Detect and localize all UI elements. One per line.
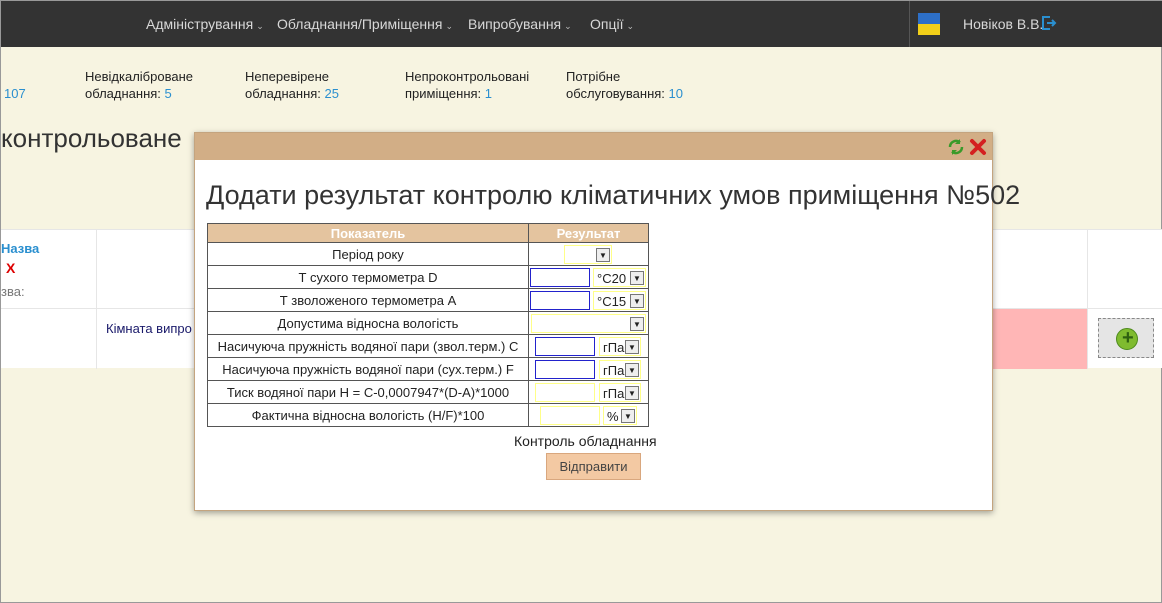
dialog-header bbox=[195, 133, 992, 160]
climate-form: Показатель Результат Період року ▼ Т сух… bbox=[207, 223, 649, 427]
chevron-down-icon: ▼ bbox=[630, 271, 644, 285]
stat-total[interactable]: 107 bbox=[4, 85, 26, 102]
form-row: Допустима відносна вологість ▼ bbox=[207, 311, 649, 335]
logout-icon[interactable] bbox=[1041, 15, 1057, 31]
chevron-down-icon: ▼ bbox=[625, 386, 639, 400]
stat-uncontrolled-rooms[interactable]: Непроконтрольовані приміщення: 1 bbox=[405, 68, 529, 102]
equipment-control-label: Контроль обладнання bbox=[514, 433, 657, 449]
add-result-button[interactable]: + bbox=[1098, 318, 1154, 358]
row-label: Насичуюча пружність водяної пари (звол.т… bbox=[207, 334, 529, 358]
stat-label: Невідкаліброване bbox=[85, 69, 193, 84]
chevron-down-icon: ▼ bbox=[630, 294, 644, 308]
chevron-down-icon: ▼ bbox=[596, 248, 610, 262]
chevron-down-icon: ▼ bbox=[625, 340, 639, 354]
chevron-down-icon: ⌄ bbox=[564, 21, 572, 31]
stat-maintenance[interactable]: Потрібне обслуговування: 10 bbox=[566, 68, 683, 102]
chevron-down-icon: ⌄ bbox=[256, 21, 264, 31]
nav-divider bbox=[909, 1, 910, 47]
stat-uncalibrated[interactable]: Невідкаліброване обладнання: 5 bbox=[85, 68, 193, 102]
wet-temp-unit-select[interactable]: °C15 ▼ bbox=[593, 291, 646, 310]
status-cell bbox=[991, 309, 1087, 369]
dialog-title: Додати результат контролю кліматичних ум… bbox=[206, 180, 1021, 210]
saturation-dry-unit-select[interactable]: гПа ▼ bbox=[599, 360, 641, 379]
row-label: Т зволоженого термометра А bbox=[207, 288, 529, 312]
row-label: Насичуюча пружність водяної пари (сух.те… bbox=[207, 357, 529, 381]
nav-options-label: Опції bbox=[590, 16, 624, 32]
row-label: Період року bbox=[207, 242, 529, 266]
row-label: Допустима відносна вологість bbox=[207, 311, 529, 335]
saturation-dry-input[interactable] bbox=[535, 360, 595, 379]
chevron-down-icon: ⌄ bbox=[626, 21, 635, 31]
form-row: Фактична відносна вологість (H/F)*100 % ▼ bbox=[207, 403, 649, 427]
vapor-pressure-unit-select[interactable]: гПа ▼ bbox=[599, 383, 641, 402]
nav-testing-label: Випробування bbox=[468, 16, 562, 32]
unit-value: °C20 bbox=[597, 271, 627, 286]
stat-label: обладнання: bbox=[245, 86, 321, 101]
actual-humidity-unit-select[interactable]: % ▼ bbox=[603, 406, 637, 425]
nav-equipment-rooms[interactable]: Обладнання/Приміщення ⌄ bbox=[277, 16, 453, 32]
top-navbar: Адміністрування ⌄ Обладнання/Приміщення ⌄ … bbox=[1, 1, 1162, 47]
ukraine-flag-icon[interactable] bbox=[918, 13, 940, 35]
stat-unverified[interactable]: Неперевірене обладнання: 25 bbox=[245, 68, 339, 102]
row-label: Тиск водяної пари Н = С-0,0007947*(D-A)*… bbox=[207, 380, 529, 404]
stat-label: обладнання: bbox=[85, 86, 161, 101]
wet-temp-input[interactable] bbox=[530, 291, 590, 310]
filter-label: зва: bbox=[1, 284, 25, 299]
form-row: Т сухого термометра D °C20 ▼ bbox=[207, 265, 649, 289]
page-title: контрольоване bbox=[1, 123, 182, 153]
clear-filter-icon[interactable]: X bbox=[6, 260, 15, 276]
stat-value: 5 bbox=[164, 86, 172, 101]
column-header-result: Результат bbox=[528, 223, 649, 243]
nav-administration-label: Адміністрування bbox=[146, 16, 254, 32]
close-icon[interactable] bbox=[969, 138, 987, 156]
form-row: Насичуюча пружність водяної пари (сух.те… bbox=[207, 357, 649, 381]
column-header-parameter: Показатель bbox=[207, 223, 529, 243]
add-result-dialog: Додати результат контролю кліматичних ум… bbox=[194, 132, 1020, 511]
stat-label: Непроконтрольовані bbox=[405, 69, 530, 84]
form-row: Період року ▼ bbox=[207, 242, 649, 266]
chevron-down-icon: ▼ bbox=[621, 409, 635, 423]
stat-value: 10 bbox=[668, 86, 684, 101]
unit-value: °C15 bbox=[597, 294, 627, 309]
refresh-icon[interactable] bbox=[947, 138, 965, 156]
stat-value: 25 bbox=[324, 86, 340, 101]
chevron-down-icon: ⌄ bbox=[445, 21, 453, 31]
stat-label: приміщення: bbox=[405, 86, 482, 101]
nav-options[interactable]: Опції ⌄ bbox=[590, 16, 634, 32]
vapor-pressure-input[interactable] bbox=[535, 383, 595, 402]
unit-value: гПа bbox=[603, 386, 625, 401]
stat-label: обслуговування: bbox=[566, 86, 665, 101]
stat-value: 1 bbox=[484, 86, 493, 101]
chevron-down-icon: ▼ bbox=[625, 363, 639, 377]
form-row: Т зволоженого термометра А °C15 ▼ bbox=[207, 288, 649, 312]
nav-equipment-rooms-label: Обладнання/Приміщення bbox=[277, 16, 443, 32]
saturation-wet-unit-select[interactable]: гПа ▼ bbox=[599, 337, 641, 356]
submit-button[interactable]: Відправити bbox=[546, 453, 641, 480]
form-row: Насичуюча пружність водяної пари (звол.т… bbox=[207, 334, 649, 358]
saturation-wet-input[interactable] bbox=[535, 337, 595, 356]
plus-icon: + bbox=[1116, 327, 1138, 350]
form-row: Тиск водяної пари Н = С-0,0007947*(D-A)*… bbox=[207, 380, 649, 404]
season-select[interactable]: ▼ bbox=[564, 245, 612, 264]
stat-label: Потрібне bbox=[566, 69, 621, 84]
actual-humidity-input[interactable] bbox=[540, 406, 600, 425]
row-label: Т сухого термометра D bbox=[207, 265, 529, 289]
allowed-humidity-select[interactable]: ▼ bbox=[531, 314, 646, 333]
unit-value: гПа bbox=[603, 363, 625, 378]
column-header-name[interactable]: Назва bbox=[1, 241, 39, 256]
dry-temp-unit-select[interactable]: °C20 ▼ bbox=[593, 268, 646, 287]
unit-value: гПа bbox=[603, 340, 625, 355]
stat-label: Неперевірене bbox=[245, 69, 330, 84]
user-name[interactable]: Новіков В.В. bbox=[963, 16, 1043, 32]
nav-administration[interactable]: Адміністрування ⌄ bbox=[146, 16, 264, 32]
stat-total-value: 107 bbox=[4, 86, 26, 101]
row-label: Фактична відносна вологість (H/F)*100 bbox=[207, 403, 529, 427]
unit-value: % bbox=[607, 409, 619, 424]
chevron-down-icon: ▼ bbox=[630, 317, 644, 331]
nav-testing[interactable]: Випробування ⌄ bbox=[468, 16, 572, 32]
room-link[interactable]: Кімната випро bbox=[106, 321, 192, 336]
dry-temp-input[interactable] bbox=[530, 268, 590, 287]
